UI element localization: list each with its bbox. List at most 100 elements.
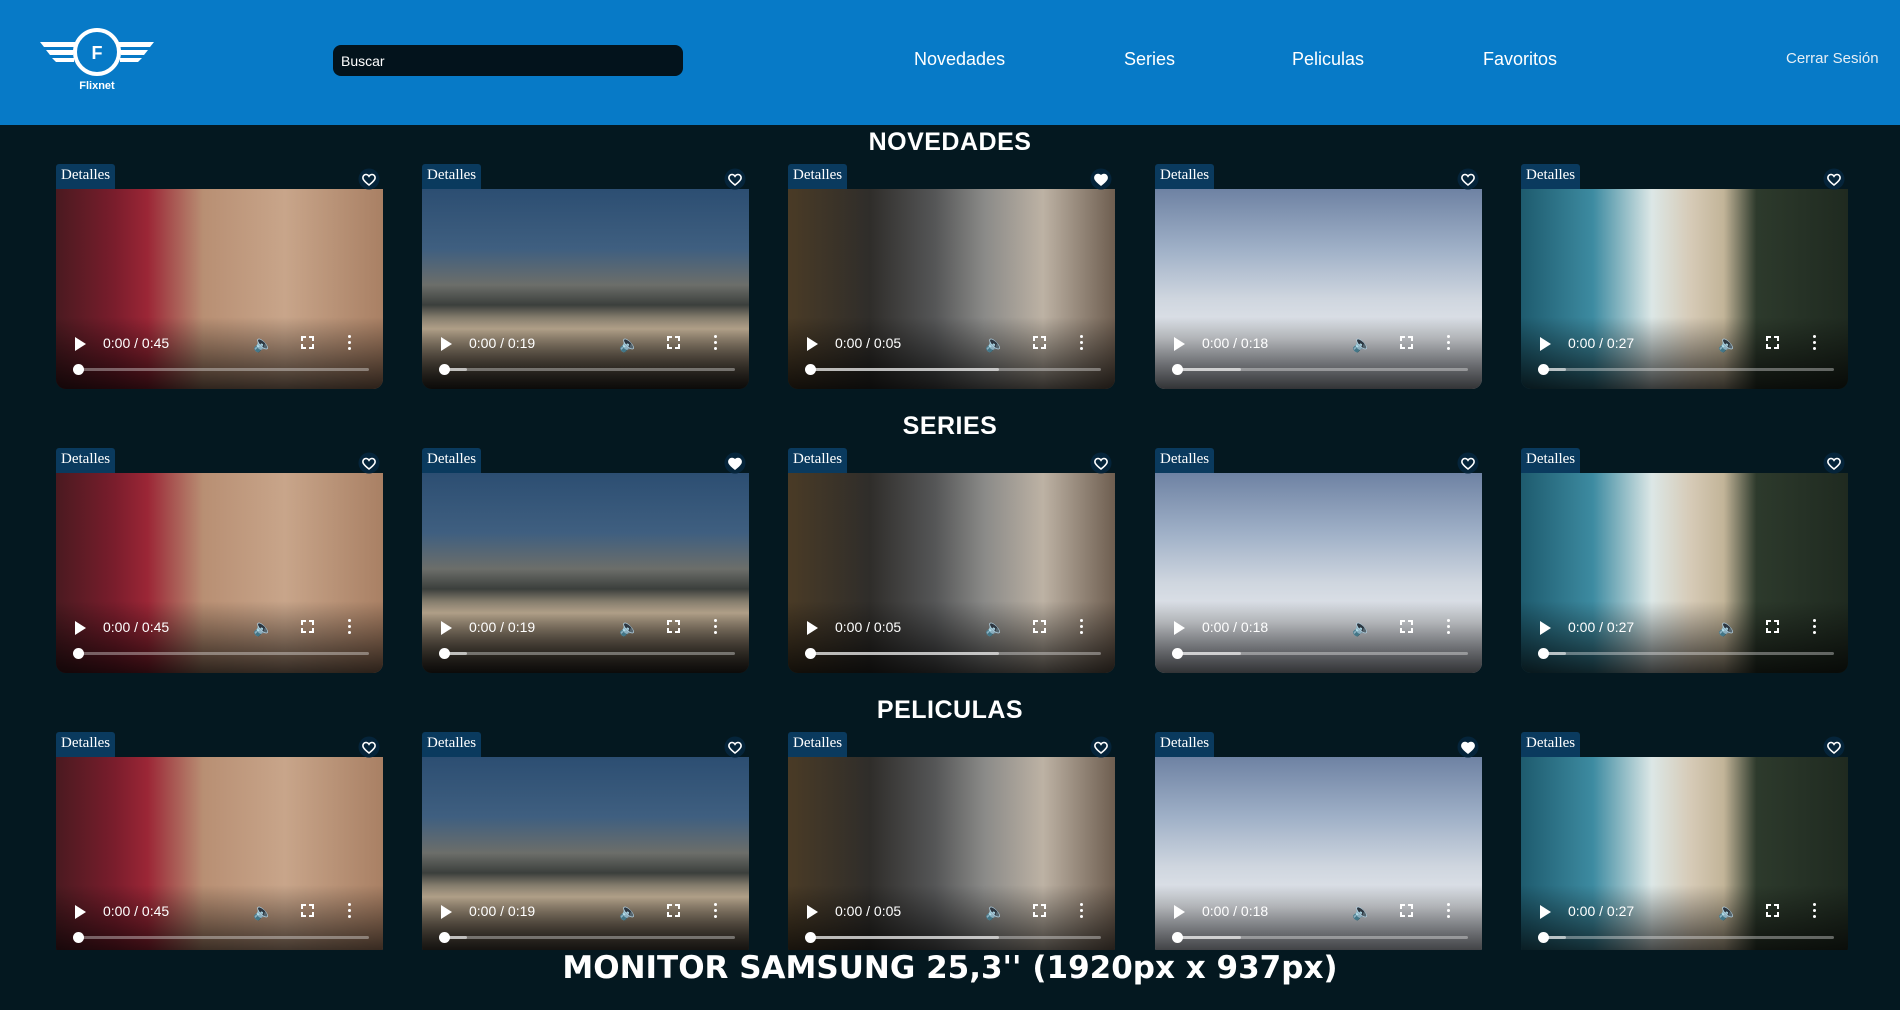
video-player[interactable]: 0:00 / 0:27 🔈 xyxy=(1521,757,1848,950)
video-player[interactable]: 0:00 / 0:27 🔈 xyxy=(1521,189,1848,389)
volume-icon[interactable]: 🔈 xyxy=(253,902,273,922)
fullscreen-icon[interactable] xyxy=(667,904,680,917)
volume-icon[interactable]: 🔈 xyxy=(1718,334,1738,354)
nav-link-series[interactable]: Series xyxy=(1124,49,1175,70)
fullscreen-icon[interactable] xyxy=(667,620,680,633)
volume-icon[interactable]: 🔈 xyxy=(619,618,639,638)
heart-outline-icon[interactable] xyxy=(723,168,747,190)
nav-link-peliculas[interactable]: Peliculas xyxy=(1292,49,1364,70)
more-options-icon[interactable] xyxy=(1447,903,1451,919)
progress-bar[interactable] xyxy=(1538,932,1834,943)
fullscreen-icon[interactable] xyxy=(1033,336,1046,349)
progress-knob[interactable] xyxy=(439,364,450,375)
heart-outline-icon[interactable] xyxy=(1456,168,1480,190)
progress-bar[interactable] xyxy=(1172,932,1468,943)
play-icon[interactable] xyxy=(1174,621,1185,635)
play-icon[interactable] xyxy=(75,905,86,919)
progress-bar[interactable] xyxy=(1172,364,1468,375)
volume-icon[interactable]: 🔈 xyxy=(1718,902,1738,922)
details-button[interactable]: Detalles xyxy=(56,732,116,757)
progress-knob[interactable] xyxy=(439,648,450,659)
play-icon[interactable] xyxy=(807,621,818,635)
progress-knob[interactable] xyxy=(73,648,84,659)
progress-bar[interactable] xyxy=(439,648,735,659)
heart-filled-icon[interactable] xyxy=(723,452,747,474)
play-icon[interactable] xyxy=(1540,621,1551,635)
volume-icon[interactable]: 🔈 xyxy=(619,902,639,922)
play-icon[interactable] xyxy=(1540,905,1551,919)
progress-knob[interactable] xyxy=(1538,648,1549,659)
more-options-icon[interactable] xyxy=(1813,619,1817,635)
fullscreen-icon[interactable] xyxy=(1400,620,1413,633)
video-player[interactable]: 0:00 / 0:19 🔈 xyxy=(422,473,749,673)
details-button[interactable]: Detalles xyxy=(56,448,116,473)
details-button[interactable]: Detalles xyxy=(1155,732,1215,757)
play-icon[interactable] xyxy=(75,337,86,351)
progress-knob[interactable] xyxy=(1538,932,1549,943)
nav-link-novedades[interactable]: Novedades xyxy=(914,49,1005,70)
details-button[interactable]: Detalles xyxy=(422,448,482,473)
heart-outline-icon[interactable] xyxy=(1822,736,1846,758)
progress-bar[interactable] xyxy=(73,648,369,659)
heart-outline-icon[interactable] xyxy=(357,736,381,758)
progress-knob[interactable] xyxy=(805,648,816,659)
volume-icon[interactable]: 🔈 xyxy=(985,902,1005,922)
volume-icon[interactable]: 🔈 xyxy=(985,618,1005,638)
progress-bar[interactable] xyxy=(1538,648,1834,659)
video-player[interactable]: 0:00 / 0:19 🔈 xyxy=(422,189,749,389)
progress-bar[interactable] xyxy=(805,364,1101,375)
video-player[interactable]: 0:00 / 0:18 🔈 xyxy=(1155,757,1482,950)
details-button[interactable]: Detalles xyxy=(56,164,116,189)
video-player[interactable]: 0:00 / 0:18 🔈 xyxy=(1155,189,1482,389)
heart-outline-icon[interactable] xyxy=(357,452,381,474)
progress-knob[interactable] xyxy=(439,932,450,943)
more-options-icon[interactable] xyxy=(1447,335,1451,351)
fullscreen-icon[interactable] xyxy=(1400,336,1413,349)
more-options-icon[interactable] xyxy=(1813,903,1817,919)
progress-bar[interactable] xyxy=(1172,648,1468,659)
video-player[interactable]: 0:00 / 0:05 🔈 xyxy=(788,189,1115,389)
fullscreen-icon[interactable] xyxy=(1766,336,1779,349)
progress-bar[interactable] xyxy=(1538,364,1834,375)
progress-knob[interactable] xyxy=(1172,932,1183,943)
progress-bar[interactable] xyxy=(73,932,369,943)
volume-icon[interactable]: 🔈 xyxy=(619,334,639,354)
play-icon[interactable] xyxy=(441,905,452,919)
heart-filled-icon[interactable] xyxy=(1089,168,1113,190)
details-button[interactable]: Detalles xyxy=(788,448,848,473)
video-player[interactable]: 0:00 / 0:45 🔈 xyxy=(56,473,383,673)
more-options-icon[interactable] xyxy=(348,903,352,919)
fullscreen-icon[interactable] xyxy=(1400,904,1413,917)
more-options-icon[interactable] xyxy=(1080,335,1084,351)
progress-bar[interactable] xyxy=(439,932,735,943)
progress-knob[interactable] xyxy=(1538,364,1549,375)
details-button[interactable]: Detalles xyxy=(1521,164,1581,189)
fullscreen-icon[interactable] xyxy=(301,904,314,917)
more-options-icon[interactable] xyxy=(1447,619,1451,635)
progress-bar[interactable] xyxy=(73,364,369,375)
play-icon[interactable] xyxy=(75,621,86,635)
volume-icon[interactable]: 🔈 xyxy=(1352,334,1372,354)
video-player[interactable]: 0:00 / 0:27 🔈 xyxy=(1521,473,1848,673)
fullscreen-icon[interactable] xyxy=(1766,904,1779,917)
play-icon[interactable] xyxy=(1540,337,1551,351)
progress-knob[interactable] xyxy=(805,932,816,943)
heart-outline-icon[interactable] xyxy=(1089,736,1113,758)
progress-knob[interactable] xyxy=(1172,364,1183,375)
progress-knob[interactable] xyxy=(73,932,84,943)
details-button[interactable]: Detalles xyxy=(1521,732,1581,757)
progress-knob[interactable] xyxy=(805,364,816,375)
video-player[interactable]: 0:00 / 0:19 🔈 xyxy=(422,757,749,950)
more-options-icon[interactable] xyxy=(1813,335,1817,351)
video-player[interactable]: 0:00 / 0:45 🔈 xyxy=(56,189,383,389)
details-button[interactable]: Detalles xyxy=(1521,448,1581,473)
more-options-icon[interactable] xyxy=(714,903,718,919)
progress-bar[interactable] xyxy=(805,648,1101,659)
volume-icon[interactable]: 🔈 xyxy=(253,334,273,354)
more-options-icon[interactable] xyxy=(1080,619,1084,635)
details-button[interactable]: Detalles xyxy=(788,732,848,757)
search-input[interactable] xyxy=(333,45,683,76)
volume-icon[interactable]: 🔈 xyxy=(1352,902,1372,922)
fullscreen-icon[interactable] xyxy=(667,336,680,349)
play-icon[interactable] xyxy=(441,337,452,351)
